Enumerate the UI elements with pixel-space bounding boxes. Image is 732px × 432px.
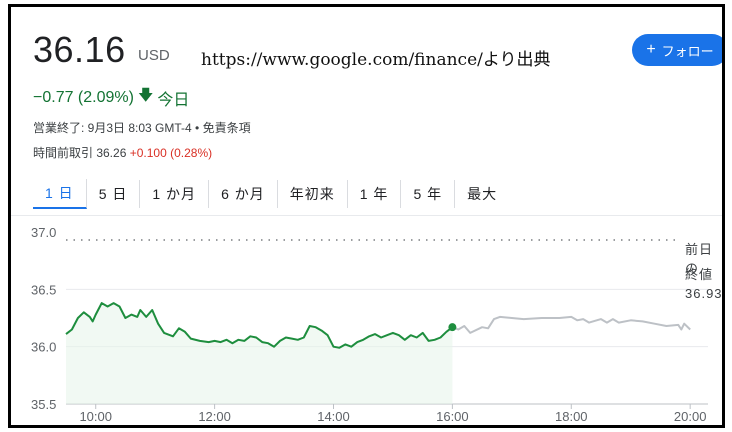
x-tick-label: 14:00	[317, 409, 350, 424]
y-tick-label: 37.0	[31, 225, 56, 240]
after-hours-line	[452, 315, 691, 334]
x-tick-label: 12:00	[198, 409, 231, 424]
current-price-dot	[448, 323, 457, 332]
y-tick-label: 36.5	[31, 282, 56, 297]
x-tick-label: 10:00	[79, 409, 112, 424]
finance-panel: 36.16 USD https://www.google.com/finance…	[8, 4, 725, 428]
prev-close-label-2: 終値	[685, 267, 714, 282]
x-tick-label: 16:00	[436, 409, 469, 424]
y-tick-label: 35.5	[31, 397, 56, 412]
prev-close-value: 36.93	[685, 286, 723, 301]
x-tick-label: 20:00	[674, 409, 707, 424]
x-tick-label: 18:00	[555, 409, 588, 424]
price-chart: 37.0 36.5 36.0 35.5 10:00 12:00 14:00 16:00 18:0…	[31, 225, 708, 424]
regular-session-area	[66, 303, 453, 404]
y-tick-label: 36.0	[31, 340, 56, 355]
